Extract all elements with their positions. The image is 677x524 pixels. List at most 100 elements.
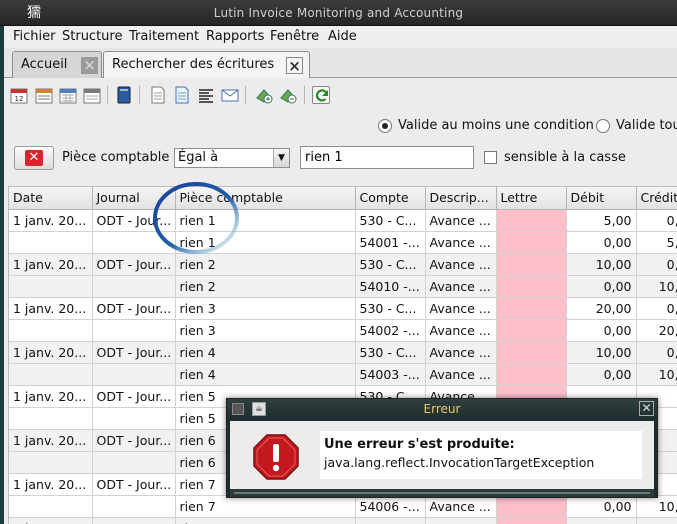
close-icon[interactable]: ✕ (639, 401, 654, 416)
table-cell: ODT - Jour... (92, 429, 176, 452)
error-message-box: Une erreur s'est produite: java.lang.ref… (320, 431, 642, 479)
table-row[interactable]: 1 janv. 20...ODT - Jour...rien 8530 - C.… (9, 517, 677, 524)
calendar-icon[interactable]: 12 (10, 86, 28, 104)
book-icon[interactable] (115, 86, 133, 104)
table-header-row: Date Journal Pièce comptable Compte Descrip.… (9, 187, 677, 210)
menu-traitement[interactable]: Traitement (129, 29, 199, 44)
tab-strip: Accueil × Rechercher des écritures × (4, 48, 677, 78)
dialog-title: Erreur (423, 402, 461, 416)
table-cell: 10,00 (566, 253, 637, 276)
error-detail: java.lang.reflect.InvocationTargetExcept… (324, 455, 595, 470)
table-cell: Avance ... (425, 253, 497, 276)
column-header[interactable]: Compte (355, 187, 426, 210)
menu-fichier[interactable]: Fichier (13, 29, 56, 44)
operator-select[interactable]: Égal à ▼ (174, 148, 290, 168)
table-cell: 10,00 (636, 363, 677, 386)
table-cell: rien 1 (175, 209, 356, 232)
calendar-year-icon[interactable] (83, 86, 101, 104)
svg-text:12: 12 (15, 95, 24, 103)
table-cell: rien 8 (175, 517, 356, 524)
column-header[interactable]: Journal (92, 187, 176, 210)
table-cell: Avance ... (425, 363, 497, 386)
menu-bar: Fichier Structure Traitement Rapports Fe… (4, 26, 677, 48)
error-dialog[interactable]: ☕ Erreur ✕ Une erreur s'est produite: ja… (226, 398, 658, 498)
column-header[interactable]: Crédit (636, 187, 677, 210)
menu-aide[interactable]: Aide (328, 29, 357, 44)
table-cell: Avance ... (425, 297, 497, 320)
table-cell: 54010 -... (355, 275, 426, 298)
criterion-value-input[interactable] (300, 146, 474, 169)
calendar-month-icon[interactable] (59, 86, 77, 104)
table-row[interactable]: rien 754006 -...Avance ... 0,0010,00 (9, 495, 677, 518)
match-any-radio[interactable] (378, 119, 392, 133)
table-cell: 54001 -... (355, 231, 426, 254)
table-cell: 0,00 (566, 231, 637, 254)
table-cell: rien 4 (175, 363, 356, 386)
delete-icon: ✕ (25, 150, 43, 166)
window-title: Lutin Invoice Monitoring and Accounting (213, 6, 464, 20)
tab-rechercher-ecritures[interactable]: Rechercher des écritures × (103, 51, 310, 78)
table-row[interactable]: rien 154001 -...Avance ... 0,005,00 (9, 231, 677, 254)
tab-accueil[interactable]: Accueil × (12, 51, 102, 78)
table-cell (496, 209, 567, 232)
case-sensitive-checkbox[interactable] (484, 151, 497, 164)
document-icon[interactable] (149, 86, 167, 104)
column-header[interactable]: Lettre (496, 187, 567, 210)
match-any-label[interactable]: Valide au moins une condition (398, 118, 594, 133)
table-row[interactable]: rien 254010 -...Avance ... 0,0010,00 (9, 275, 677, 298)
refresh-icon[interactable] (312, 86, 330, 104)
table-cell: 530 - C... (355, 517, 426, 524)
table-cell: 1 janv. 20... (9, 341, 93, 364)
dialog-title-bar[interactable]: ☕ Erreur ✕ (227, 399, 657, 419)
table-cell: rien 7 (175, 495, 356, 518)
table-cell: 1 janv. 20... (9, 429, 93, 452)
table-row[interactable]: 1 janv. 20... ODT - Jour... rien 2 530 - C.… (9, 253, 677, 276)
table-cell: rien 1 (175, 231, 356, 254)
table-row[interactable]: 1 janv. 20... ODT - Jour... rien 4 530 - C.… (9, 341, 677, 364)
toolbar-separator (304, 86, 305, 104)
table-cell: Avance ... (425, 319, 497, 342)
column-header[interactable]: Débit (566, 187, 637, 210)
remove-criterion-button[interactable]: ✕ (14, 146, 54, 170)
calendar-week-icon[interactable] (35, 86, 53, 104)
table-cell: 5,00 (636, 231, 677, 254)
table-row[interactable]: rien 454003 -...Avance ... 0,0010,00 (9, 363, 677, 386)
text-align-icon[interactable] (197, 86, 215, 104)
criterion-field-label: Pièce comptable (62, 150, 170, 165)
close-tab-icon[interactable]: × (286, 57, 303, 75)
menu-structure[interactable]: Structure (62, 29, 122, 44)
ledger-add-icon[interactable] (255, 86, 273, 104)
table-row[interactable]: 1 janv. 20... ODT - Jour... rien 3 530 - C.… (9, 297, 677, 320)
table-cell: Avance ... (425, 517, 497, 524)
dialog-footer (230, 489, 654, 497)
column-header[interactable]: Pièce comptable (175, 187, 356, 210)
match-all-radio[interactable] (596, 119, 610, 133)
menu-rapports[interactable]: Rapports (206, 29, 264, 44)
case-sensitive-label[interactable]: sensible à la casse (504, 150, 626, 165)
chevron-down-icon[interactable]: ▼ (273, 149, 289, 167)
document-blue-icon[interactable] (173, 86, 191, 104)
table-cell: 20,00 (566, 297, 637, 320)
ledger-remove-icon[interactable] (279, 86, 297, 104)
column-header[interactable]: Date (9, 187, 93, 210)
tab-label: Rechercher des écritures (112, 57, 275, 72)
menu-fenetre[interactable]: Fenêtre (270, 29, 319, 44)
table-cell: Avance ... (425, 495, 497, 518)
table-row[interactable]: 1 janv. 20... ODT - Jour... rien 1 530 - C.… (9, 209, 677, 232)
table-cell (92, 451, 176, 474)
table-cell: 1 janv. 20... (9, 209, 93, 232)
table-cell: 0,00 (636, 253, 677, 276)
match-all-label[interactable]: Valide tou (616, 118, 677, 133)
window-title-bar[interactable]: 獳 Lutin Invoice Monitoring and Accountin… (0, 0, 677, 26)
table-cell: Avance ... (425, 341, 497, 364)
table-cell: 54002 -... (355, 319, 426, 342)
table-cell: 530 - C... (355, 209, 426, 232)
table-cell (92, 319, 176, 342)
match-mode-group: Valide au moins une condition Valide tou (378, 118, 677, 136)
column-header[interactable]: Descrip... (425, 187, 497, 210)
table-row[interactable]: rien 354002 -...Avance ... 0,0020,00 (9, 319, 677, 342)
close-tab-icon[interactable]: × (81, 57, 98, 74)
table-cell (496, 275, 567, 298)
mail-icon[interactable] (221, 86, 239, 104)
error-heading: Une erreur s'est produite: (324, 437, 515, 452)
